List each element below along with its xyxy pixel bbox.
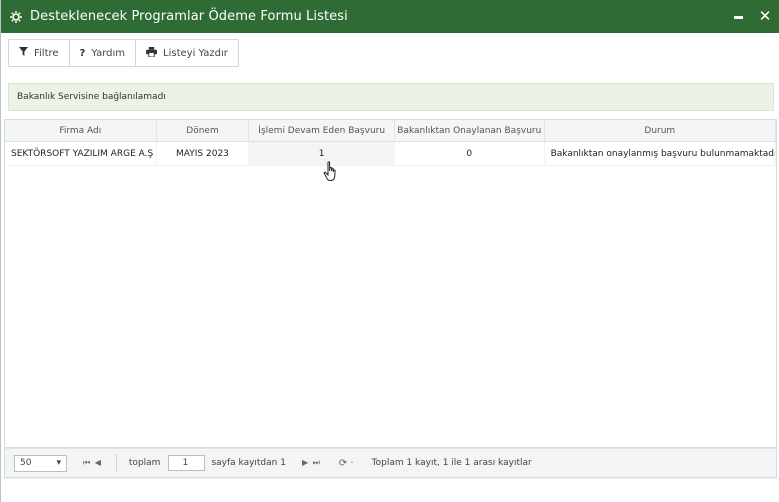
toolbar: Filtre ? Yardım Listeyi Yazdır (8, 39, 239, 67)
cell-durum: Bakanlıktan onaylanmış başvuru bulunmama… (545, 142, 776, 165)
help-button[interactable]: ? Yardım (70, 40, 137, 66)
page-size-value: 50 (20, 458, 32, 468)
page-number-input[interactable]: 1 (168, 455, 206, 471)
filter-icon (19, 47, 28, 59)
refresh-icon[interactable]: ⟳ · (339, 458, 354, 469)
cell-firma: SEKTÖRSOFT YAZILIM ARGE A.Ş (5, 142, 157, 165)
pagination-bar: 50 ▾ ⏮ ◀ toplam 1 sayfa kayıtdan 1 ▶ ⏭ ⟳… (4, 448, 777, 478)
close-icon[interactable]: ✕ (757, 7, 773, 25)
column-header-durum[interactable]: Durum (545, 120, 776, 141)
total-label: toplam (128, 458, 161, 468)
minimize-icon[interactable] (730, 8, 746, 24)
column-header-firma[interactable]: Firma Adı (5, 120, 157, 141)
print-list-button[interactable]: Listeyi Yazdır (136, 40, 238, 66)
page-size-select[interactable]: 50 ▾ (14, 454, 67, 472)
next-last-page-icon[interactable]: ▶ ⏭ (302, 458, 321, 468)
grid-header: Firma Adı Dönem İşlemi Devam Eden Başvur… (5, 120, 776, 142)
title-bar: Desteklenecek Programlar Ödeme Formu Lis… (1, 0, 779, 33)
divider (115, 454, 117, 472)
dialog-window: Desteklenecek Programlar Ödeme Formu Lis… (0, 0, 779, 502)
table-row[interactable]: SEKTÖRSOFT YAZILIM ARGE A.Ş MAYIS 2023 1… (5, 142, 776, 166)
column-header-donem[interactable]: Dönem (157, 120, 250, 141)
question-icon: ? (79, 47, 86, 59)
column-header-onaylanan[interactable]: Bakanlıktan Onaylanan Başvuru (395, 120, 545, 141)
settings-icon (9, 10, 23, 24)
chevron-down-icon: ▾ (56, 458, 61, 468)
filter-button[interactable]: Filtre (9, 40, 70, 66)
window-title: Desteklenecek Programlar Ödeme Formu Lis… (30, 9, 348, 24)
records-summary: Toplam 1 kayıt, 1 ile 1 arası kayıtlar (371, 458, 532, 468)
data-grid: Firma Adı Dönem İşlemi Devam Eden Başvur… (4, 119, 777, 448)
cell-donem: MAYIS 2023 (157, 142, 250, 165)
help-label: Yardım (91, 47, 126, 59)
first-prev-page-icon[interactable]: ⏮ ◀ (83, 458, 102, 468)
print-list-label: Listeyi Yazdır (163, 47, 228, 59)
hand-cursor-icon (323, 161, 336, 181)
footer-strip (1, 478, 779, 502)
filter-label: Filtre (34, 47, 59, 59)
column-header-islemdeki[interactable]: İşlemi Devam Eden Başvuru (249, 120, 395, 141)
page-of-label: sayfa kayıtdan 1 (211, 458, 286, 468)
cell-onaylanan: 0 (395, 142, 545, 165)
service-alert: Bakanlık Servisine bağlanılamadı (8, 83, 774, 111)
printer-icon (146, 46, 157, 60)
alert-message: Bakanlık Servisine bağlanılamadı (17, 92, 166, 102)
